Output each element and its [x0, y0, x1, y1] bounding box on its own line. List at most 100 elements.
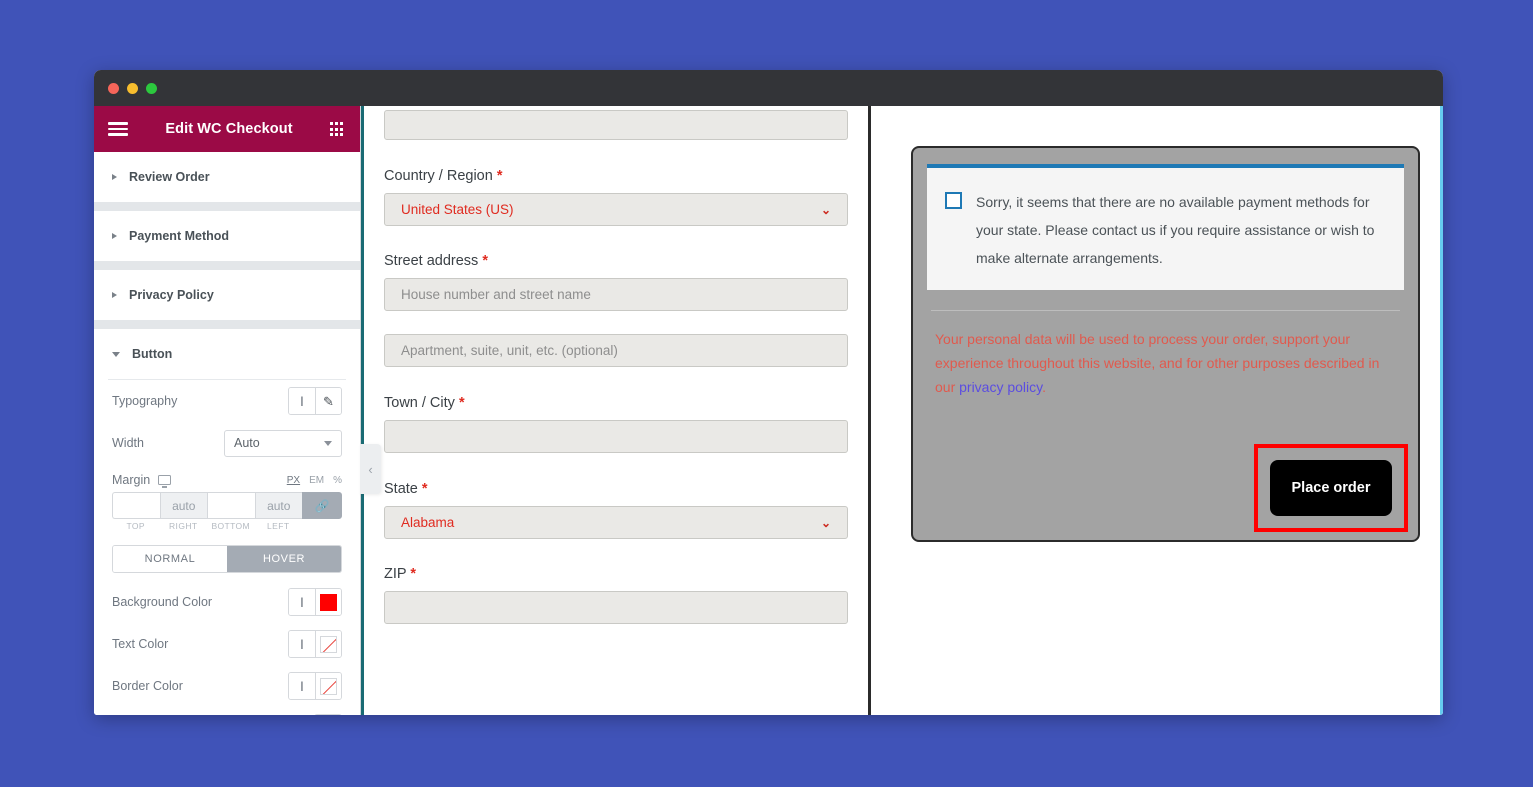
window-maximize-button[interactable]	[146, 82, 157, 94]
window-close-button[interactable]	[108, 82, 119, 94]
margin-bottom-input[interactable]	[207, 492, 255, 519]
control-margin-header: Margin PX EM %	[94, 473, 360, 488]
field-block-apartment: Apartment, suite, unit, etc. (optional)	[384, 334, 848, 367]
payment-notice-text: Sorry, it seems that there are no availa…	[976, 194, 1375, 266]
margin-units: PX EM %	[287, 475, 342, 486]
page-title: Edit WC Checkout	[165, 121, 293, 137]
section-separator	[94, 202, 360, 211]
privacy-notice: Your personal data will be used to proce…	[927, 327, 1404, 400]
monitor-icon[interactable]	[158, 475, 172, 488]
margin-top-input[interactable]	[112, 492, 160, 519]
checkout-preview: Country / Region * United States (US) ⌄ …	[361, 106, 1443, 715]
unit-percent[interactable]: %	[333, 475, 342, 486]
sidebar-item-review-order[interactable]: Review Order	[94, 152, 360, 202]
border-color-swatch[interactable]	[315, 673, 341, 699]
field-input-partial[interactable]	[384, 110, 848, 140]
tab-hover[interactable]: HOVER	[227, 546, 341, 572]
sidebar-item-privacy-policy[interactable]: Privacy Policy	[94, 270, 360, 320]
panel-collapse-handle[interactable]: ‹	[360, 444, 381, 494]
chevron-left-icon: ‹	[368, 461, 373, 477]
background-color-label: Background Color	[112, 595, 213, 609]
window-body: Edit WC Checkout Review Order Payment Me…	[94, 106, 1443, 715]
placeholder-text: House number and street name	[401, 287, 591, 302]
globe-icon[interactable]: Ι	[289, 388, 315, 414]
editor-panel: Edit WC Checkout Review Order Payment Me…	[94, 106, 361, 715]
background-color-buttons: Ι	[288, 588, 342, 616]
field-label-street: Street address *	[384, 253, 848, 269]
chevron-right-icon	[112, 174, 117, 180]
tab-normal[interactable]: NORMAL	[113, 546, 227, 572]
chevron-down-icon: ⌄	[820, 202, 831, 217]
globe-icon[interactable]: Ι	[289, 589, 315, 615]
field-block-city: Town / City *	[384, 395, 848, 453]
margin-top-label: TOP	[126, 521, 146, 531]
field-label-zip: ZIP *	[384, 566, 848, 582]
sidebar-item-payment-method[interactable]: Payment Method	[94, 211, 360, 261]
text-color-label: Text Color	[112, 637, 169, 651]
unit-px[interactable]: PX	[287, 475, 300, 486]
sidebar-item-label: Button	[132, 347, 173, 361]
box-shadow-buttons: ✎	[314, 714, 342, 715]
viewport-edge-line	[1440, 106, 1443, 715]
typography-label: Typography	[112, 394, 178, 408]
chevron-right-icon	[112, 292, 117, 298]
editor-panel-header: Edit WC Checkout	[94, 106, 360, 152]
margin-inputs: auto auto 🔗	[94, 492, 360, 519]
control-width: Width Auto	[94, 422, 360, 464]
control-typography: Typography Ι ✎	[94, 380, 360, 422]
globe-icon[interactable]: Ι	[289, 673, 315, 699]
street-address-1-input[interactable]: House number and street name	[384, 278, 848, 311]
sidebar-item-button[interactable]: Button	[94, 329, 360, 379]
margin-right-input[interactable]: auto	[159, 492, 207, 519]
place-order-highlight: Place order	[1254, 444, 1408, 532]
privacy-text-after: .	[1042, 379, 1047, 396]
margin-side-labels: TOP RIGHT BOTTOM LEFT	[94, 519, 360, 531]
required-marker: *	[458, 395, 465, 411]
order-review-column: Sorry, it seems that there are no availa…	[871, 106, 1443, 715]
margin-bottom-label: BOTTOM	[211, 521, 251, 531]
chevron-right-icon	[112, 233, 117, 239]
required-marker: *	[421, 481, 428, 497]
grid-icon[interactable]	[330, 122, 346, 136]
order-card: Sorry, it seems that there are no availa…	[911, 146, 1420, 542]
privacy-policy-link[interactable]: privacy policy	[959, 379, 1042, 395]
hamburger-icon[interactable]	[108, 122, 128, 136]
field-block-zip: ZIP *	[384, 566, 848, 624]
city-input[interactable]	[384, 420, 848, 453]
sidebar-item-label: Privacy Policy	[129, 288, 214, 302]
checkbox-unchecked-icon[interactable]	[945, 192, 962, 209]
globe-icon[interactable]: Ι	[289, 631, 315, 657]
width-label: Width	[112, 436, 144, 450]
pencil-icon[interactable]: ✎	[315, 388, 341, 414]
window-titlebar	[94, 70, 1443, 106]
margin-label: Margin	[112, 473, 151, 487]
label-text: Street address	[384, 253, 479, 269]
margin-left-input[interactable]: auto	[254, 492, 302, 519]
required-marker: *	[410, 566, 416, 582]
control-border-color: Border Color Ι	[94, 665, 360, 707]
state-toggle: NORMAL HOVER	[112, 545, 342, 573]
background-color-swatch[interactable]	[315, 589, 341, 615]
field-label-state: State *	[384, 481, 848, 497]
control-text-color: Text Color Ι	[94, 623, 360, 665]
zip-input[interactable]	[384, 591, 848, 624]
text-color-buttons: Ι	[288, 630, 342, 658]
editor-panel-sections: Review Order Payment Method Privacy Poli…	[94, 152, 360, 715]
width-value: Auto	[234, 436, 260, 450]
field-block-country: Country / Region * United States (US) ⌄	[384, 168, 848, 226]
margin-left-label: LEFT	[267, 521, 290, 531]
placeholder-text: Apartment, suite, unit, etc. (optional)	[401, 343, 618, 358]
window-minimize-button[interactable]	[127, 82, 138, 94]
text-color-swatch[interactable]	[315, 631, 341, 657]
country-select[interactable]: United States (US) ⌄	[384, 193, 848, 226]
link-icon[interactable]: 🔗	[302, 492, 342, 519]
required-marker: *	[496, 168, 503, 184]
street-address-2-input[interactable]: Apartment, suite, unit, etc. (optional)	[384, 334, 848, 367]
payment-notice: Sorry, it seems that there are no availa…	[927, 164, 1404, 290]
state-select[interactable]: Alabama ⌄	[384, 506, 848, 539]
unit-em[interactable]: EM	[309, 475, 324, 486]
place-order-button[interactable]: Place order	[1270, 460, 1392, 516]
width-select[interactable]: Auto	[224, 429, 342, 457]
control-background-color: Background Color Ι	[94, 581, 360, 623]
